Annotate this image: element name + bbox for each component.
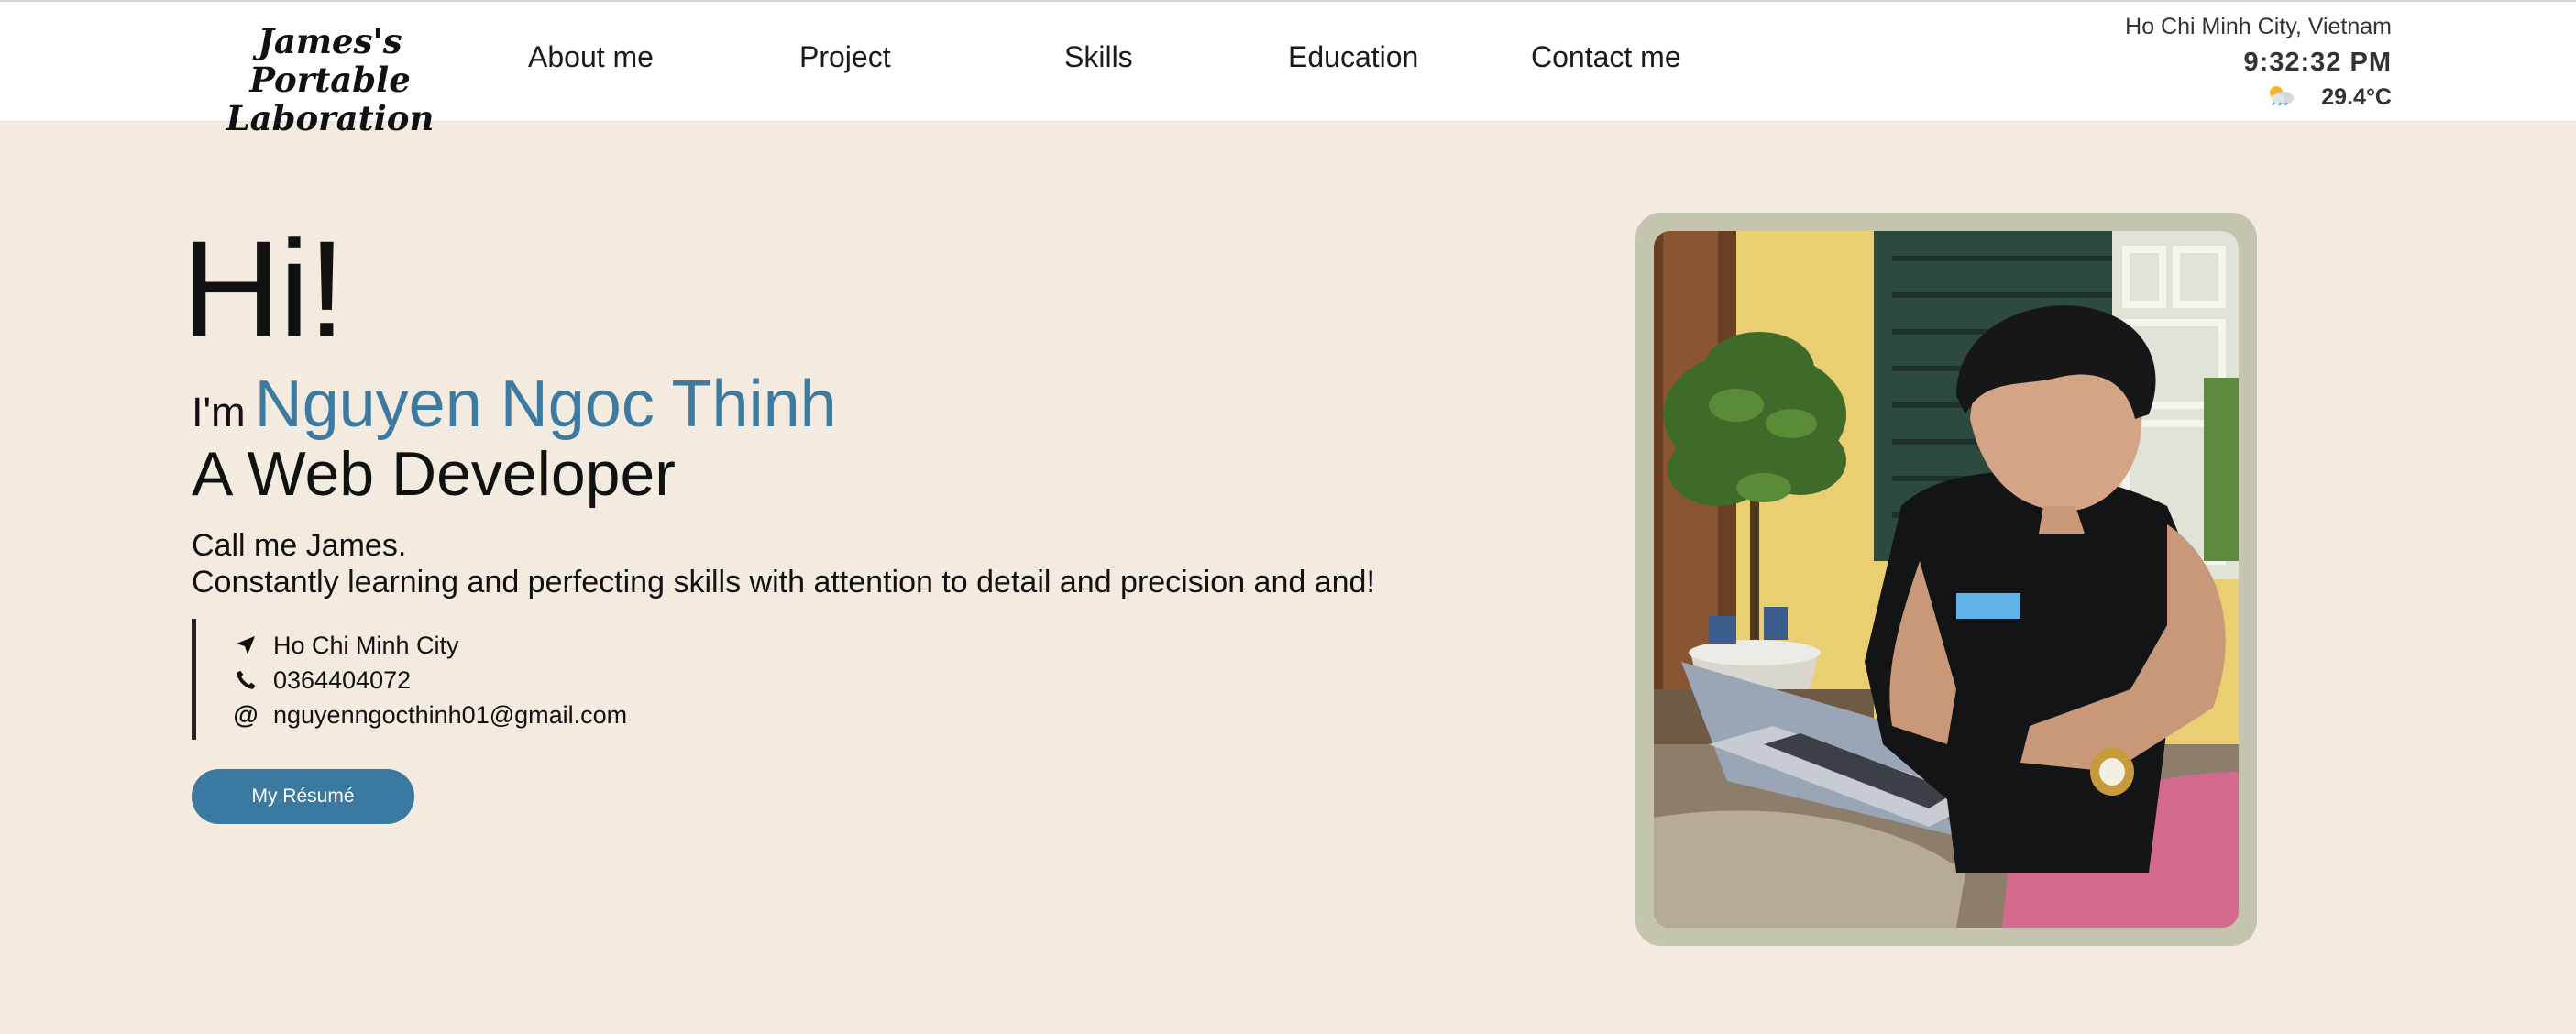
contact-email[interactable]: nguyenngocthinh01@gmail.com (273, 701, 627, 730)
hero-name: Nguyen Ngoc Thinh (254, 368, 837, 441)
im-label: I'm (192, 389, 246, 435)
nav-education[interactable]: Education (1288, 40, 1418, 74)
nav-contact-me[interactable]: Contact me (1531, 40, 1681, 74)
weather-temperature: 29.4°C (2321, 84, 2392, 110)
clock-time: 9:32:32 PM (2243, 48, 2392, 77)
partly-cloudy-icon (2265, 82, 2296, 114)
logo-line-2: Laboration (226, 98, 435, 138)
at-sign-icon: @ (233, 700, 259, 729)
weather-city: Ho Chi Minh City, Vietnam (2125, 14, 2392, 39)
site-header: James's Portable Laboration About me Pro… (0, 2, 2576, 138)
profile-photo (1654, 231, 2239, 928)
logo-line-1: James's Portable (249, 21, 411, 100)
hero-role: A Web Developer (192, 439, 676, 509)
phone-icon (233, 667, 259, 693)
contact-info: Ho Chi Minh City 0364404072 @ nguyenngoc… (192, 619, 627, 740)
location-arrow-icon (233, 632, 259, 658)
site-logo[interactable]: James's Portable Laboration (188, 22, 472, 138)
contact-phone-row: 0364404072 (233, 663, 627, 698)
contact-phone[interactable]: 0364404072 (273, 666, 411, 695)
profile-photo-frame (1635, 213, 2257, 946)
nav-about-me[interactable]: About me (528, 40, 654, 74)
contact-location: Ho Chi Minh City (273, 631, 459, 659)
contact-location-row: Ho Chi Minh City (233, 628, 627, 663)
hero-intro: I'm Nguyen Ngoc Thinh (192, 367, 837, 442)
bio-line-1: Call me James. (192, 528, 407, 563)
resume-button[interactable]: My Résumé (192, 769, 414, 824)
nav-project[interactable]: Project (799, 40, 891, 74)
weather-widget: Ho Chi Minh City, Vietnam 9:32:32 PM 29.… (2125, 11, 2392, 114)
bio-line-2: Constantly learning and perfecting skill… (192, 565, 1375, 600)
weather-temp-row: 29.4°C (2125, 82, 2392, 114)
nav-skills[interactable]: Skills (1064, 40, 1133, 74)
hero-greeting: Hi! (182, 212, 346, 366)
contact-email-row: @ nguyenngocthinh01@gmail.com (233, 698, 627, 732)
hero-bio: Call me James. Constantly learning and p… (192, 527, 1375, 600)
